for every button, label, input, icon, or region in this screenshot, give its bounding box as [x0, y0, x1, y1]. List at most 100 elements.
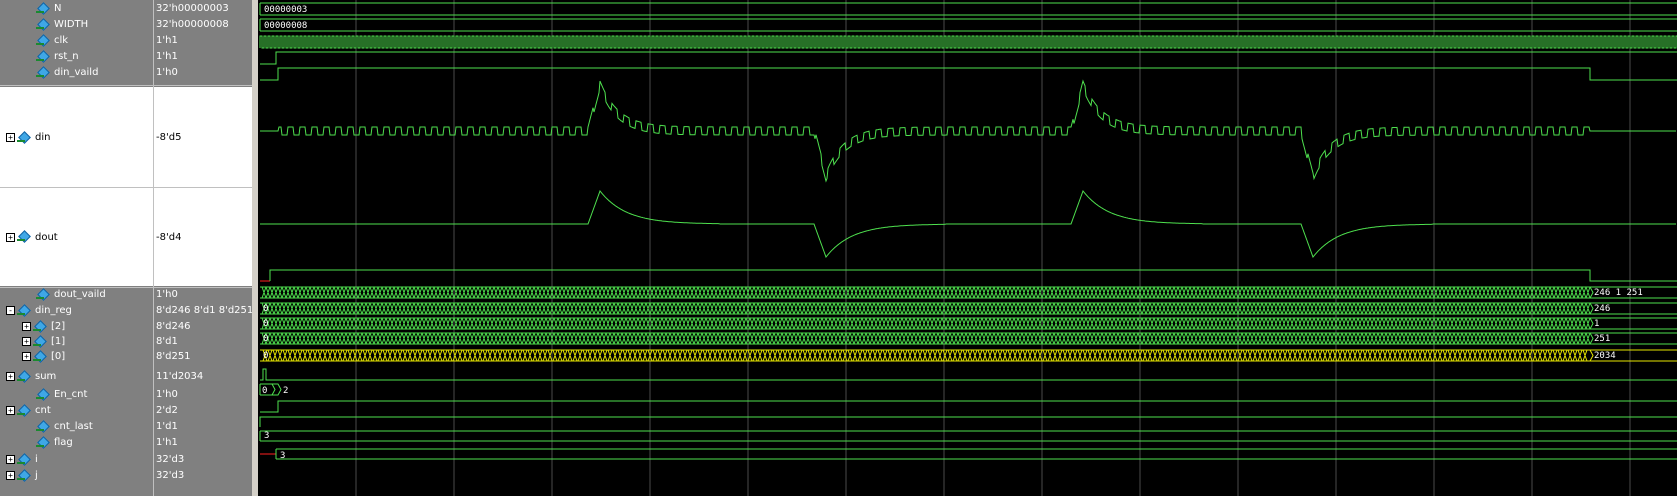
- signal-icon: [33, 336, 47, 348]
- signal-value: -8'd4: [154, 188, 254, 286]
- cnt_last-wave: [260, 400, 1677, 413]
- expand-toggle-icon[interactable]: +: [6, 232, 15, 242]
- signal-row-din_vaild[interactable]: din_vaild: [0, 65, 153, 80]
- waveform-canvas[interactable]: 00000003 00000008 246 1 251 0 246 0 1 0 251 0 2034…: [258, 0, 1677, 496]
- expand-toggle-icon[interactable]: +: [6, 455, 15, 464]
- signal-icon: [36, 389, 50, 401]
- signal-icon: [36, 437, 50, 449]
- signal-name: N: [54, 3, 62, 14]
- signal-icon: [17, 405, 31, 417]
- signal-value: 11'd2034: [156, 371, 204, 382]
- signal-row-2[interactable]: + [2]: [0, 319, 153, 334]
- expand-toggle-icon[interactable]: +: [6, 133, 15, 142]
- bus-value-label: 246: [1594, 304, 1610, 314]
- signal-icon: [36, 19, 50, 31]
- signal-row-dout[interactable]: + dout: [0, 188, 153, 286]
- cnt-label: 2: [283, 386, 288, 396]
- signal-icon: [36, 67, 50, 79]
- signal-icon: [36, 289, 50, 301]
- signal-row-cnt[interactable]: + cnt: [0, 403, 153, 418]
- signal-name: i: [35, 454, 38, 465]
- expand-toggle-icon[interactable]: +: [22, 337, 31, 346]
- signal-icon: [36, 51, 50, 63]
- signal-name: [1]: [51, 336, 66, 347]
- row-divider: [154, 85, 254, 86]
- signal-icon: [17, 305, 31, 317]
- signal-row-j[interactable]: + j: [0, 468, 153, 483]
- signal-value: 8'd1: [156, 336, 178, 347]
- expand-toggle-icon[interactable]: +: [6, 372, 15, 381]
- din-wave: [260, 79, 1676, 183]
- signal-row-1[interactable]: + [1]: [0, 334, 153, 349]
- signal-name: WIDTH: [54, 19, 89, 30]
- signal-value: 1'h0: [156, 389, 178, 400]
- bus-start-label: 0: [263, 304, 268, 314]
- signal-row-WIDTH[interactable]: WIDTH: [0, 17, 153, 32]
- signal-row-cnt_last[interactable]: cnt_last: [0, 419, 153, 434]
- signal-name: clk: [54, 35, 69, 46]
- signal-names-panel: N WIDTH clk rst_n din_vaild + din + dout dout_vai…: [0, 0, 154, 496]
- bus-value-label: 1: [1594, 319, 1599, 329]
- rst_n-wave: [260, 51, 1677, 65]
- bus-value-label: 00000003: [264, 5, 307, 15]
- i-wave: [259, 430, 1677, 442]
- bus-value-label: 251: [1594, 334, 1610, 344]
- bus-transitions: [261, 317, 1591, 330]
- signal-name: rst_n: [54, 51, 79, 62]
- signal-name: En_cnt: [54, 389, 88, 400]
- signal-value: 1'd1: [156, 421, 178, 432]
- signal-value: 32'h00000008: [156, 19, 229, 30]
- signal-value: 1'h0: [156, 67, 178, 78]
- signal-row-N[interactable]: N: [0, 1, 153, 16]
- signal-value: 8'd246: [156, 321, 191, 332]
- expand-toggle-icon[interactable]: +: [22, 322, 31, 331]
- row-divider: [154, 287, 254, 288]
- signal-name: cnt_last: [54, 421, 93, 432]
- expand-toggle-icon[interactable]: +: [6, 406, 15, 415]
- j-wave: [275, 448, 1677, 460]
- signal-value: 32'd3: [156, 454, 185, 465]
- bus-tail: [1589, 317, 1677, 330]
- signal-row-dout_vaild[interactable]: dout_vaild: [0, 287, 153, 302]
- row-divider: [0, 85, 153, 86]
- signal-name: cnt: [35, 405, 51, 416]
- expand-toggle-icon[interactable]: +: [22, 352, 31, 361]
- signal-icon: [36, 3, 50, 15]
- bus-transitions: [262, 349, 1588, 362]
- signal-row-clk[interactable]: clk: [0, 33, 153, 48]
- row-divider: [154, 187, 254, 188]
- signal-value: 32'h00000003: [156, 3, 229, 14]
- signal-row-flag[interactable]: flag: [0, 435, 153, 450]
- signal-value: 32'd3: [156, 470, 185, 481]
- signal-row-0[interactable]: + [0]: [0, 349, 153, 364]
- En_cnt-wave: [260, 368, 1677, 381]
- din_vaild-wave: [260, 67, 1677, 81]
- bus-start-label: 0: [263, 319, 268, 329]
- bus-value-label: 246 1 251: [1594, 288, 1643, 298]
- signal-name: j: [35, 470, 38, 481]
- signal-row-En_cnt[interactable]: En_cnt: [0, 387, 153, 402]
- bus-start-label: 0: [263, 334, 268, 344]
- signal-row-i[interactable]: + i: [0, 452, 153, 467]
- signal-row-din_reg[interactable]: - din_reg: [0, 303, 153, 318]
- signal-row-sum[interactable]: + sum: [0, 369, 153, 384]
- expand-toggle-icon[interactable]: -: [6, 306, 15, 315]
- signal-icon: [36, 35, 50, 47]
- signal-name: [0]: [51, 351, 66, 362]
- signal-icon: [17, 231, 31, 243]
- bus-value-label: 3: [264, 431, 269, 441]
- signal-name: din_vaild: [54, 67, 99, 78]
- expand-toggle-icon[interactable]: +: [6, 471, 15, 480]
- bus-value-label: 2034: [1594, 351, 1616, 361]
- signal-row-din[interactable]: + din: [0, 87, 153, 188]
- clk-wave: [259, 35, 1677, 49]
- signal-values-panel: 32'h00000003 32'h00000008 1'h1 1'h1 1'h0 -8'd…: [154, 0, 256, 496]
- signal-icon: [17, 454, 31, 466]
- row-divider: [0, 187, 153, 188]
- signal-value: 2'd2: [156, 405, 178, 416]
- signal-icon: [33, 321, 47, 333]
- signal-name: din_reg: [35, 305, 72, 316]
- signal-value: 1'h1: [156, 51, 178, 62]
- signal-row-rst_n[interactable]: rst_n: [0, 49, 153, 64]
- signal-value: 8'd251: [156, 351, 191, 362]
